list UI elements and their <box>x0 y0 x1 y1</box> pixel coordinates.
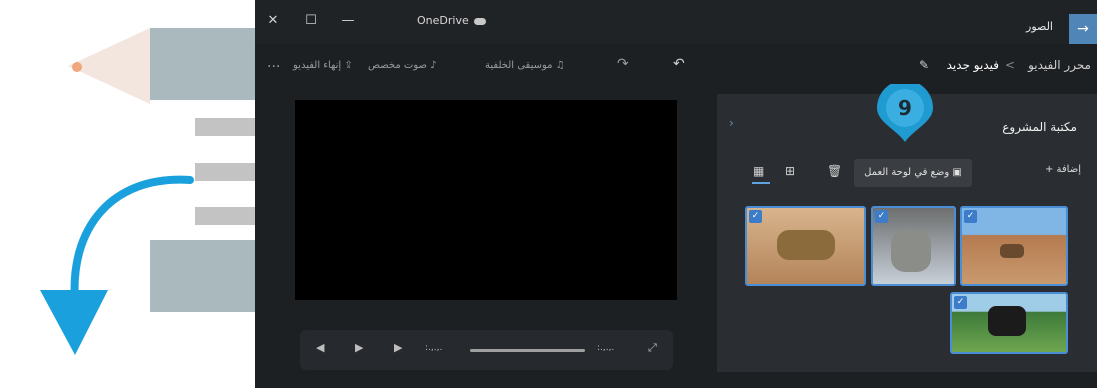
place-in-storyboard-label: وضع في لوحة العمل <box>864 167 950 178</box>
arrow-right-icon: → <box>1077 21 1089 37</box>
redo-icon[interactable]: ↷ <box>617 56 629 72</box>
total-time: :.,.,. <box>597 343 615 353</box>
cloud-icon <box>473 17 486 25</box>
previous-frame-icon[interactable]: ◀ <box>316 341 324 354</box>
more-button[interactable]: ... <box>267 55 280 71</box>
camel-image <box>1000 244 1024 258</box>
selected-check-icon[interactable]: ✓ <box>964 210 977 223</box>
onedrive-title: OneDrive <box>417 14 469 27</box>
custom-audio-button[interactable]: صوت مخصص ♪ <box>368 60 437 71</box>
custom-audio-label: صوت مخصص <box>368 60 427 71</box>
cat-image <box>891 230 931 272</box>
collapse-chevron-icon[interactable]: › <box>729 116 734 130</box>
media-thumbnail-horse[interactable]: ✓ <box>950 292 1068 354</box>
title-bar: ✕ ☐ — OneDrive الصور <box>255 0 1097 44</box>
back-button[interactable]: → <box>1069 14 1097 44</box>
step-number: 9 <box>898 96 912 120</box>
audio-icon: ♪ <box>430 60 437 71</box>
breadcrumb-current: فيديو جديد <box>946 58 999 72</box>
decorative-pencil-dot <box>72 62 82 72</box>
grid-view-icon[interactable]: ⊞ <box>785 164 795 178</box>
background-music-label: موسيقى الخلفية <box>485 60 553 71</box>
curved-arrow-icon <box>40 175 194 355</box>
selected-check-icon[interactable]: ✓ <box>954 296 967 309</box>
minimize-icon[interactable]: — <box>335 10 361 32</box>
fullscreen-icon[interactable]: ⤢ <box>648 341 657 355</box>
close-icon[interactable]: ✕ <box>260 10 286 32</box>
video-editor-window: ✕ ☐ — OneDrive الصور → محرر الفيديو < في… <box>255 0 1097 388</box>
video-preview <box>295 100 677 300</box>
horse-image <box>988 306 1026 336</box>
onedrive-label: OneDrive <box>417 14 486 27</box>
media-thumbnail-camel[interactable]: ✓ <box>960 206 1068 286</box>
maximize-icon[interactable]: ☐ <box>298 10 324 32</box>
library-title: مكتبة المشروع <box>1002 120 1077 134</box>
background-music-button[interactable]: موسيقى الخلفية ♫ <box>485 60 565 71</box>
selected-check-icon[interactable]: ✓ <box>875 210 888 223</box>
app-name: الصور <box>1026 20 1053 33</box>
media-thumbnail-cat[interactable]: ✓ <box>871 206 956 286</box>
media-thumbnail-leopard[interactable]: ✓ <box>745 206 866 286</box>
music-icon: ♫ <box>555 60 565 71</box>
active-view-indicator <box>752 182 770 184</box>
delete-icon[interactable]: 🗑 <box>827 164 842 178</box>
share-icon: ⇪ <box>344 60 353 71</box>
finish-video-button[interactable]: إنهاء الفيديو ⇪ <box>293 60 353 71</box>
seek-bar[interactable] <box>470 349 585 352</box>
play-icon[interactable]: ▶ <box>355 341 363 354</box>
edit-pencil-icon[interactable]: ✎ <box>919 58 929 72</box>
place-in-storyboard-button[interactable]: وضع في لوحة العمل ▣ <box>854 159 972 187</box>
next-frame-icon[interactable]: ▶ <box>394 341 402 354</box>
details-view-icon[interactable]: ▦ <box>753 164 764 178</box>
leopard-image <box>777 230 835 260</box>
add-button[interactable]: + إضافة <box>1045 164 1081 175</box>
selected-check-icon[interactable]: ✓ <box>749 210 762 223</box>
current-time: :.,.,. <box>425 343 443 353</box>
storyboard-icon: ▣ <box>952 167 962 178</box>
undo-icon[interactable]: ↶ <box>673 56 685 72</box>
step-badge: 9 <box>877 84 933 142</box>
playback-bar: ◀ ▶ ▶ :.,.,. :.,.,. ⤢ <box>300 330 673 370</box>
breadcrumb-separator: < <box>1004 58 1015 72</box>
finish-video-label: إنهاء الفيديو <box>293 60 342 71</box>
breadcrumb-root[interactable]: محرر الفيديو <box>1028 58 1091 72</box>
